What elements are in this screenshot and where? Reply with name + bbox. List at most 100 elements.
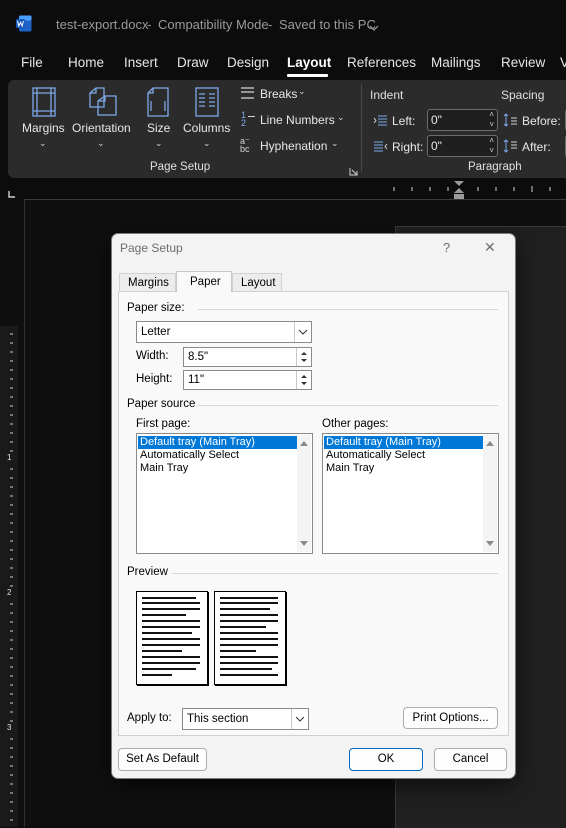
columns-icon [195,87,219,122]
ruler-number: 1 [7,453,12,462]
height-label: Height: [136,373,173,385]
indent-right-icon [373,140,388,158]
vertical-ruler: 1 2 3 [0,326,18,827]
spacing-before-icon [503,113,518,132]
tab-margins[interactable]: Margins [119,273,176,291]
active-tab-indicator [287,74,328,77]
tab-insert[interactable]: Insert [124,55,158,70]
apply-to-value: This section [187,713,249,725]
paper-source-label: Paper source [127,398,196,410]
tab-mailings[interactable]: Mailings [431,55,481,70]
width-input[interactable]: 8.5" [183,347,312,367]
chevron-down-icon[interactable] [294,322,311,342]
tab-draw[interactable]: Draw [177,55,209,70]
spin-arrows-icon[interactable] [296,371,311,389]
spacing-before-label: Before: [522,114,561,128]
spin-arrows-icon[interactable]: ˄ ˅ [489,136,494,156]
ruler-ticks [393,186,551,192]
line-numbers-button[interactable]: 12 Line Numbers ⌄ [240,111,360,131]
indent-left-label: Left: [392,114,416,128]
list-item[interactable]: Default tray (Main Tray) [324,436,483,449]
first-page-list[interactable]: Default tray (Main Tray) Automatically S… [136,433,313,554]
tab-file[interactable]: File [21,55,43,70]
print-options-button[interactable]: Print Options... [403,707,498,729]
tab-layout[interactable]: Layout [287,55,331,70]
paper-size-label: Paper size: [127,302,185,314]
width-value: 8.5" [188,351,209,363]
list-item[interactable]: Automatically Select [324,449,483,462]
ribbon-tabs: File Home Insert Draw Design Layout Refe… [0,48,566,78]
size-button[interactable]: Size ⌄ [141,84,177,152]
page-setup-dialog: Page Setup ? ✕ Margins Paper Layout Pape… [111,233,516,779]
preview-page [136,591,208,685]
ribbon: Margins ⌄ Orientation ⌄ Size ⌄ Columns ⌄… [8,80,566,178]
size-icon [146,87,170,122]
hyphenation-button[interactable]: a⁻ bc Hyphenation ⌄ [240,137,360,157]
breaks-label: Breaks [260,87,298,101]
list-item[interactable]: Default tray (Main Tray) [138,436,297,449]
chevron-down-icon[interactable] [291,709,308,729]
list-scrollbar[interactable] [297,435,311,552]
group-divider [361,84,362,172]
indent-right-input[interactable]: 0" ˄ ˅ [427,135,498,157]
ok-label: OK [377,753,395,765]
margins-icon [32,87,56,122]
orientation-label: Orientation [72,121,131,135]
list-item[interactable]: Automatically Select [138,449,297,462]
margins-button[interactable]: Margins ⌄ [20,84,70,152]
other-pages-list[interactable]: Default tray (Main Tray) Automatically S… [322,433,499,554]
tab-review[interactable]: Review [501,55,545,70]
indent-left-input[interactable]: 0" ˄ ˅ [427,109,498,131]
title-bar: test-export.docx - Compatibility Mode - … [0,0,566,48]
tab-design[interactable]: Design [227,55,269,70]
chevron-down-icon: ⌄ [337,112,345,122]
first-page-label: First page: [136,418,191,430]
title-separator: - [268,17,273,32]
other-pages-label: Other pages: [322,418,389,430]
spacing-label: Spacing [501,88,545,102]
print-options-label: Print Options... [412,712,489,724]
tab-layout-dialog[interactable]: Layout [232,273,282,291]
ruler-number: 3 [7,723,12,732]
indent-label: Indent [370,88,404,102]
breaks-icon [240,86,255,105]
line-numbers-label: Line Numbers [260,113,335,127]
cancel-button[interactable]: Cancel [434,748,507,771]
list-item[interactable]: Main Tray [324,462,483,475]
word-icon [16,15,32,32]
indent-right-value: 0" [431,139,442,153]
help-icon[interactable]: ? [443,240,450,255]
tab-home[interactable]: Home [68,55,104,70]
vertical-ruler-ticks [10,333,13,821]
indent-left-value: 0" [431,113,442,127]
paper-size-select[interactable]: Letter [136,321,312,343]
spin-arrows-icon[interactable] [296,348,311,366]
tab-references[interactable]: References [347,55,416,70]
set-as-default-label: Set As Default [126,753,199,765]
chevron-down-icon: ⌄ [298,86,306,96]
breaks-button[interactable]: Breaks ⌄ [240,85,340,105]
close-icon[interactable]: ✕ [484,239,496,256]
chevron-down-icon[interactable] [369,19,379,37]
list-scrollbar[interactable] [483,435,497,552]
apply-to-select[interactable]: This section [182,708,309,730]
page-setup-group-label: Page Setup [150,161,211,173]
spin-arrows-icon[interactable]: ˄ ˅ [489,110,494,130]
save-status[interactable]: Saved to this PC [279,17,376,32]
tab-paper-label: Paper [190,276,221,288]
hyphenation-icon: a⁻ bc [240,136,250,154]
columns-button[interactable]: Columns ⌄ [180,84,234,152]
set-as-default-button[interactable]: Set As Default [118,748,207,771]
list-item[interactable]: Main Tray [138,462,297,475]
paragraph-group-label: Paragraph [468,161,522,173]
section-separator [198,405,498,406]
tab-view[interactable]: V [560,55,566,70]
size-label: Size [147,121,171,135]
spacing-after-icon [503,139,518,158]
tab-paper[interactable]: Paper [176,271,232,293]
chevron-down-icon: ⌄ [331,138,339,148]
orientation-button[interactable]: Orientation ⌄ [70,84,134,152]
document-filename: test-export.docx [56,17,149,32]
ok-button[interactable]: OK [349,748,423,771]
height-input[interactable]: 11" [183,370,312,390]
